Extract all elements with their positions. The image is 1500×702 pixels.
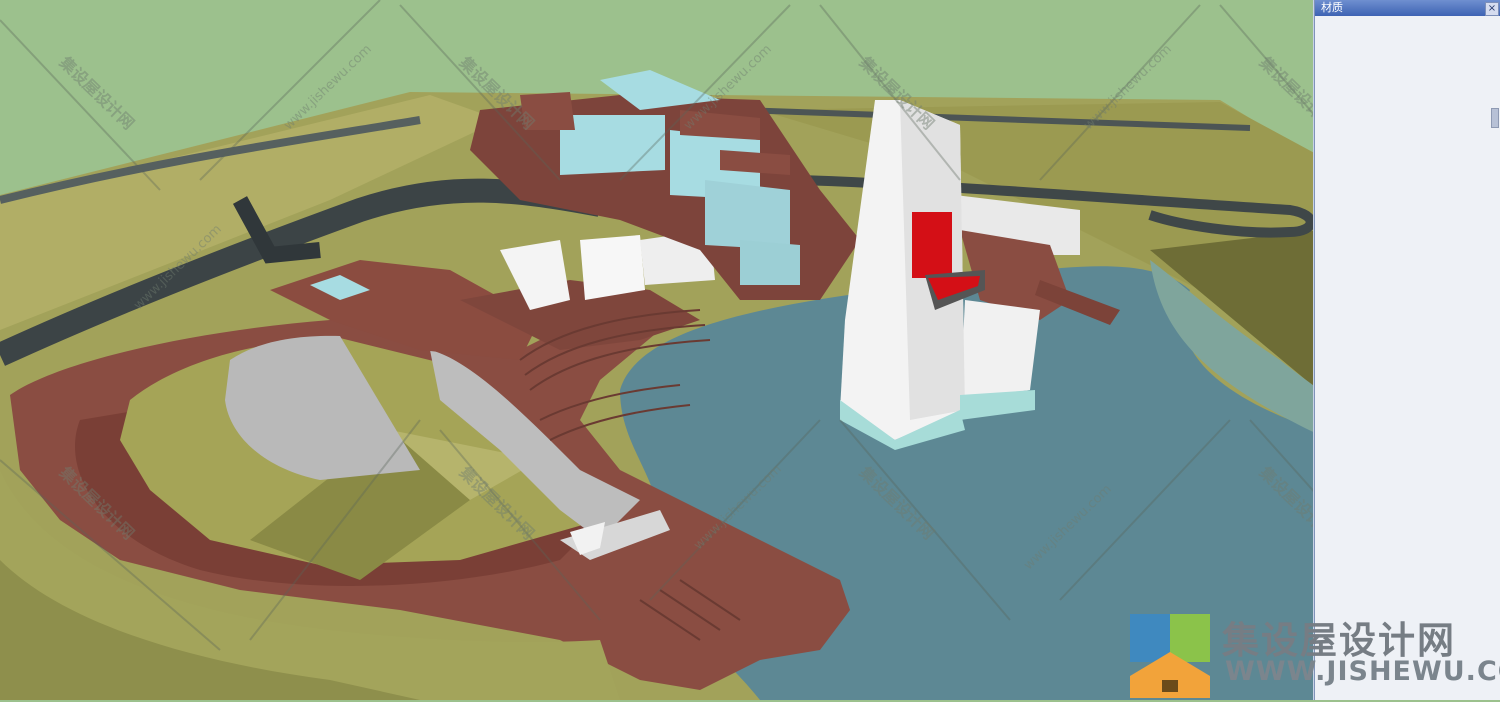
close-icon[interactable]: × — [1485, 2, 1499, 16]
white-block-2 — [580, 235, 645, 300]
glass-volume-4 — [740, 240, 800, 285]
material-panel-body — [1315, 16, 1500, 700]
material-panel-titlebar[interactable]: 材质 × — [1315, 0, 1500, 16]
brand-url: WWW.JISHEWU.COM — [1225, 656, 1500, 687]
material-panel-title: 材质 — [1321, 1, 1343, 14]
glass-volume-1 — [560, 115, 665, 175]
model-scene[interactable] — [0, 0, 1500, 700]
tower-annex-white — [960, 300, 1040, 400]
tower-red-panel — [912, 212, 952, 278]
glass-volume-3 — [705, 180, 790, 250]
material-panel[interactable]: 材质 × — [1314, 0, 1500, 700]
logo-icon — [1130, 614, 1210, 698]
sketchup-viewport[interactable]: 集设屋设计网 集设屋设计网 集设屋设计网 集设屋设计网 集设屋设计网 集设屋设计… — [0, 0, 1500, 700]
panel-scroll-handle[interactable] — [1491, 108, 1499, 128]
